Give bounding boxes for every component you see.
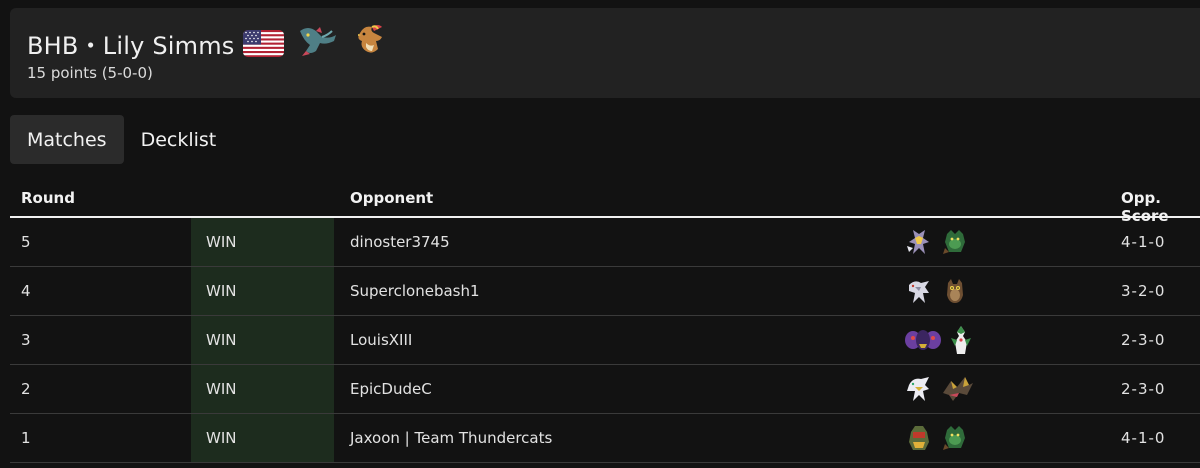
rillaboom-sprite-icon <box>943 426 965 450</box>
noctowl-sprite-icon <box>947 279 963 303</box>
result-cell: WIN <box>191 365 334 413</box>
opponent-link[interactable]: EpicDudeC <box>350 365 432 413</box>
table-row[interactable]: 3 WIN LouisXIII 2-3-0 <box>10 316 1200 365</box>
result-cell: WIN <box>191 414 334 462</box>
opp-score-cell: 2-3-0 <box>1121 331 1166 349</box>
opp-score-cell: 3-2-0 <box>1121 282 1166 300</box>
opponent-link[interactable]: Superclonebash1 <box>350 267 480 315</box>
cofagrigus-sprite-icon <box>905 330 941 350</box>
giratina-sprite-icon <box>943 377 973 401</box>
opp-score-cell: 4-1-0 <box>1121 233 1166 251</box>
tab-bar: Matches Decklist <box>10 115 233 164</box>
arceus-sprite-icon <box>907 377 929 401</box>
opponent-deck[interactable] <box>903 267 971 315</box>
opponent-link[interactable]: dinoster3745 <box>350 218 450 266</box>
player-header: BHB・Lily Simms 15 points (5-0-0) <box>10 8 1200 98</box>
result-cell: WIN <box>191 218 334 266</box>
round-cell: 5 <box>21 233 31 251</box>
us-flag-icon <box>243 29 285 57</box>
table-row[interactable]: 4 WIN Superclonebash1 3-2-0 <box>10 267 1200 316</box>
iron-thorns-sprite-icon <box>909 426 929 450</box>
opponent-link[interactable]: LouisXIII <box>350 316 412 364</box>
matches-table: Round Opponent Opp. Score 5 WIN dinoster… <box>10 180 1200 463</box>
player-title-row: BHB・Lily Simms <box>27 23 388 63</box>
header-round: Round <box>21 189 75 207</box>
table-row[interactable]: 2 WIN EpicDudeC 2-3-0 <box>10 365 1200 414</box>
table-row[interactable]: 5 WIN dinoster3745 4-1-0 <box>10 218 1200 267</box>
round-cell: 1 <box>21 429 31 447</box>
opponent-deck[interactable] <box>903 218 971 266</box>
tab-decklist[interactable]: Decklist <box>124 115 234 164</box>
round-cell: 2 <box>21 380 31 398</box>
result-cell: WIN <box>191 316 334 364</box>
result-cell: WIN <box>191 267 334 315</box>
opp-score-cell: 4-1-0 <box>1121 429 1166 447</box>
header-opponent: Opponent <box>350 189 434 207</box>
rillaboom-sprite-icon <box>943 230 965 254</box>
opponent-deck[interactable] <box>903 316 975 364</box>
tab-matches[interactable]: Matches <box>10 115 124 164</box>
round-cell: 4 <box>21 282 31 300</box>
opponent-link[interactable]: Jaxoon | Team Thundercats <box>350 414 552 462</box>
pidgeot-sprite-icon <box>352 23 388 63</box>
round-cell: 3 <box>21 331 31 349</box>
player-name: BHB・Lily Simms <box>27 31 235 60</box>
table-row[interactable]: 1 WIN Jaxoon | Team Thundercats 4-1-0 <box>10 414 1200 463</box>
page: BHB・Lily Simms 15 points (5-0-0) Matches… <box>0 0 1200 468</box>
opponent-deck[interactable] <box>903 365 975 413</box>
table-header: Round Opponent Opp. Score <box>10 180 1200 225</box>
zeraora-sprite-icon <box>907 230 929 254</box>
gallade-sprite-icon <box>951 326 971 354</box>
opponent-deck[interactable] <box>903 414 971 462</box>
player-points: 15 points (5-0-0) <box>27 64 153 82</box>
arceus-sprite-icon <box>909 281 929 303</box>
opp-score-cell: 2-3-0 <box>1121 380 1166 398</box>
dragapult-sprite-icon <box>296 23 340 63</box>
